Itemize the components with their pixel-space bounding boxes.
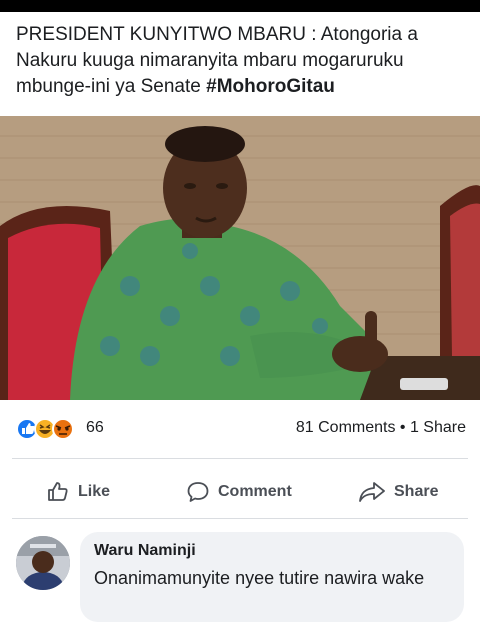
comment-button[interactable]: Comment <box>186 470 292 514</box>
comment-label: Comment <box>218 483 292 500</box>
share-arrow-icon <box>359 482 385 502</box>
comments-shares-count[interactable]: 81 Comments • 1 Share <box>296 419 466 437</box>
like-label: Like <box>78 483 111 500</box>
divider <box>12 458 468 459</box>
comment-bubble: Waru Naminji Onanimamunyite nyee tutire … <box>80 532 464 622</box>
share-button[interactable]: Share <box>358 470 438 514</box>
comment-author[interactable]: Waru Naminji <box>94 542 196 560</box>
thumbs-up-icon <box>48 482 68 501</box>
divider <box>12 518 468 519</box>
reaction-count[interactable]: 66 <box>86 419 104 437</box>
post-card: PRESIDENT KUNYITWO MBARU : Atongoria a N… <box>0 12 480 631</box>
post-hashtag[interactable]: #MohoroGitau <box>206 76 335 97</box>
comment-bubble-icon <box>187 482 209 502</box>
like-button[interactable]: Like <box>46 470 110 514</box>
reactions-summary[interactable]: 66 81 Comments • 1 Share <box>0 410 480 446</box>
post-actions: Like Comment Share <box>0 470 480 514</box>
share-label: Share <box>394 483 439 500</box>
comment-text: Onanimamunyite nyee tutire nawira wake <box>94 568 425 588</box>
angry-icon <box>52 418 74 440</box>
post-caption: PRESIDENT KUNYITWO MBARU : Atongoria a N… <box>16 22 466 100</box>
reaction-icons <box>16 418 82 440</box>
post-photo[interactable] <box>0 116 480 400</box>
avatar[interactable] <box>16 536 70 590</box>
comment: Waru Naminji Onanimamunyite nyee tutire … <box>0 526 480 631</box>
